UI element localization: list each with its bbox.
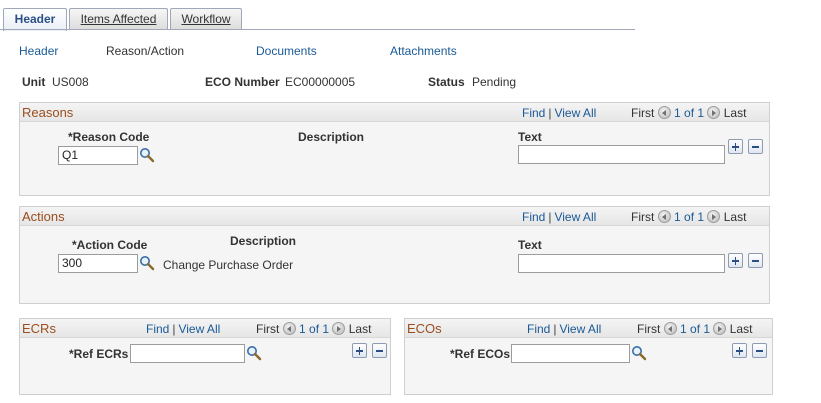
- ecrs-delete-row-button[interactable]: [372, 343, 387, 358]
- ecrs-group-header: ECRs Find | View All First 1 of 1 Last: [20, 319, 390, 338]
- ecos-group-header: ECOs Find | View All First 1 of 1 Last: [405, 319, 772, 338]
- ecrs-prev-icon[interactable]: [282, 322, 296, 335]
- ref-ecrs-label: *Ref ECRs: [69, 347, 129, 361]
- status-value: Pending: [472, 75, 517, 89]
- ref-ecrs-lookup-icon[interactable]: [246, 345, 262, 361]
- tab-workflow-label: Workflow: [181, 12, 231, 26]
- action-text-input[interactable]: [518, 254, 725, 273]
- ref-ecos-lookup-icon[interactable]: [631, 345, 647, 361]
- action-code-label: *Action Code: [72, 238, 148, 252]
- reasons-last-label: Last: [723, 106, 747, 120]
- ecos-delete-row-button[interactable]: [752, 343, 767, 358]
- ref-ecos-input[interactable]: [511, 344, 630, 363]
- ecos-view-all-link[interactable]: View All: [559, 322, 601, 336]
- ecrs-add-row-button[interactable]: [352, 343, 367, 358]
- reasons-pager: First 1 of 1 Last: [631, 106, 746, 120]
- ecos-nav: Find | View All: [527, 322, 602, 336]
- ecos-next-icon[interactable]: [713, 322, 727, 335]
- ecos-pager: First 1 of 1 Last: [637, 322, 752, 336]
- eco-number-label: ECO Number: [205, 75, 280, 89]
- ecrs-nav: Find | View All: [146, 322, 221, 336]
- ecrs-title: ECRs: [22, 321, 56, 336]
- actions-pager: First 1 of 1 Last: [631, 210, 746, 224]
- ecrs-next-icon[interactable]: [332, 322, 346, 335]
- tab-items-affected[interactable]: Items Affected: [69, 8, 168, 30]
- ecos-count: 1 of 1: [680, 322, 711, 336]
- reasons-next-icon[interactable]: [707, 106, 721, 119]
- subnav-attachments-link[interactable]: Attachments: [390, 44, 457, 58]
- actions-next-icon[interactable]: [707, 210, 721, 223]
- reason-text-label: Text: [518, 130, 542, 144]
- unit-label: Unit: [22, 75, 46, 89]
- action-description-label: Description: [230, 234, 297, 248]
- tab-workflow[interactable]: Workflow: [170, 8, 242, 30]
- ecrs-first-label: First: [256, 322, 280, 336]
- tab-items-affected-label: Items Affected: [80, 12, 157, 26]
- actions-nav: Find | View All: [522, 210, 597, 224]
- reason-code-input[interactable]: Q1: [58, 146, 138, 165]
- tab-header-label: Header: [14, 12, 56, 26]
- subnav-header-link[interactable]: Header: [19, 44, 58, 58]
- actions-delete-row-button[interactable]: [748, 253, 763, 268]
- unit-value: US008: [52, 75, 89, 89]
- ecos-add-row-button[interactable]: [732, 343, 747, 358]
- ecos-last-label: Last: [729, 322, 753, 336]
- reasons-view-all-link[interactable]: View All: [554, 106, 596, 120]
- subnav-documents-link[interactable]: Documents: [256, 44, 317, 58]
- reasons-prev-icon[interactable]: [657, 106, 671, 119]
- tab-divider: [0, 29, 635, 30]
- ecos-find-link[interactable]: Find: [527, 322, 550, 336]
- ecos-title: ECOs: [407, 321, 442, 336]
- reasons-title: Reasons: [22, 105, 74, 120]
- ref-ecos-label: *Ref ECOs: [450, 347, 511, 361]
- actions-last-label: Last: [723, 210, 747, 224]
- action-text-label: Text: [518, 238, 542, 252]
- reasons-delete-row-button[interactable]: [748, 139, 763, 154]
- actions-first-label: First: [631, 210, 655, 224]
- actions-title: Actions: [22, 209, 65, 224]
- actions-prev-icon[interactable]: [657, 210, 671, 223]
- actions-count: 1 of 1: [674, 210, 705, 224]
- reason-code-lookup-icon[interactable]: [139, 147, 155, 163]
- ecos-first-label: First: [637, 322, 661, 336]
- ecrs-view-all-link[interactable]: View All: [178, 322, 220, 336]
- actions-view-all-link[interactable]: View All: [554, 210, 596, 224]
- actions-group-header: Actions Find | View All First 1 of 1 Last: [20, 207, 769, 226]
- ecrs-count: 1 of 1: [299, 322, 330, 336]
- reasons-add-row-button[interactable]: [728, 139, 743, 154]
- actions-find-link[interactable]: Find: [522, 210, 545, 224]
- reason-text-input[interactable]: [518, 145, 725, 164]
- action-description-value: Change Purchase Order: [163, 258, 294, 272]
- reasons-group-header: Reasons Find | View All First 1 of 1 Last: [20, 103, 769, 122]
- subnav-reason-action: Reason/Action: [106, 44, 185, 58]
- ecos-prev-icon[interactable]: [663, 322, 677, 335]
- reasons-first-label: First: [631, 106, 655, 120]
- reasons-count: 1 of 1: [674, 106, 705, 120]
- reason-code-label: *Reason Code: [68, 130, 150, 144]
- action-code-input[interactable]: 300: [58, 254, 138, 273]
- actions-add-row-button[interactable]: [728, 253, 743, 268]
- ecrs-last-label: Last: [348, 322, 372, 336]
- ecrs-find-link[interactable]: Find: [146, 322, 169, 336]
- eco-number-value: EC00000005: [285, 75, 356, 89]
- ecrs-pager: First 1 of 1 Last: [256, 322, 371, 336]
- reasons-find-link[interactable]: Find: [522, 106, 545, 120]
- reason-description-label: Description: [298, 130, 365, 144]
- tab-header[interactable]: Header: [3, 8, 67, 31]
- action-code-lookup-icon[interactable]: [139, 255, 155, 271]
- ref-ecrs-input[interactable]: [130, 344, 245, 363]
- status-label: Status: [428, 75, 465, 89]
- reasons-nav: Find | View All: [522, 106, 597, 120]
